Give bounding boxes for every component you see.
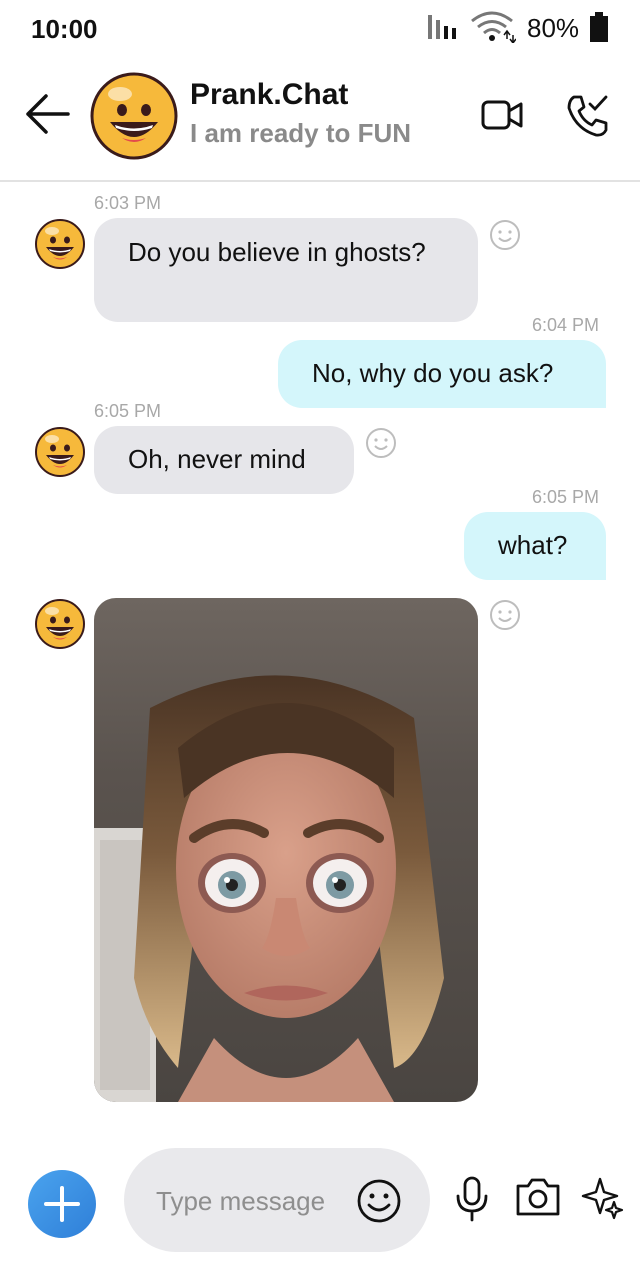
photo-image: [94, 598, 478, 1102]
video-call-icon[interactable]: [481, 98, 523, 132]
chat-header: Prank.Chat I am ready to FUN: [0, 58, 640, 182]
chat-subtitle: I am ready to FUN: [190, 118, 412, 148]
emoji-icon[interactable]: [356, 1178, 402, 1224]
attach-plus-button[interactable]: [28, 1170, 96, 1238]
plus-icon: [44, 1186, 80, 1222]
message-text: Do you believe in ghosts?: [128, 237, 426, 267]
outgoing-message-bubble[interactable]: what?: [464, 512, 606, 580]
message-input-container: [124, 1148, 430, 1252]
signal-icon: [428, 15, 456, 39]
ai-sparkle-icon[interactable]: [580, 1176, 624, 1220]
battery-percent: 80%: [527, 13, 580, 43]
sender-avatar: [35, 599, 85, 649]
message-composer: [0, 1140, 640, 1262]
outgoing-message-bubble[interactable]: No, why do you ask?: [278, 340, 606, 408]
microphone-icon[interactable]: [454, 1176, 490, 1222]
message-timestamp: 6:05 PM: [94, 401, 162, 421]
message-timestamp: 6:04 PM: [532, 315, 600, 335]
status-time: 10:00: [31, 14, 98, 44]
message-text: Oh, never mind: [128, 444, 306, 474]
status-bar: 10:00 80%: [0, 0, 640, 58]
add-reaction-icon[interactable]: [489, 599, 521, 631]
sender-avatar: [35, 427, 85, 477]
photo-message[interactable]: [94, 598, 478, 1102]
chat-title: Prank.Chat: [190, 78, 349, 111]
incoming-message-bubble[interactable]: Oh, never mind: [94, 426, 354, 494]
battery-icon: [590, 12, 608, 42]
contact-avatar[interactable]: [90, 72, 178, 160]
message-text: No, why do you ask?: [312, 358, 554, 388]
wifi-icon: [471, 11, 516, 43]
add-reaction-icon[interactable]: [365, 427, 397, 459]
voice-call-icon[interactable]: [566, 94, 610, 138]
incoming-message-bubble[interactable]: Do you believe in ghosts?: [94, 218, 478, 322]
add-reaction-icon[interactable]: [489, 219, 521, 251]
camera-icon[interactable]: [514, 1176, 562, 1218]
message-text: what?: [498, 530, 568, 560]
sender-avatar: [35, 219, 85, 269]
message-timestamp: 6:03 PM: [94, 193, 162, 213]
message-input[interactable]: [154, 1178, 358, 1224]
back-arrow-icon[interactable]: [24, 94, 70, 134]
message-timestamp: 6:05 PM: [532, 487, 600, 507]
